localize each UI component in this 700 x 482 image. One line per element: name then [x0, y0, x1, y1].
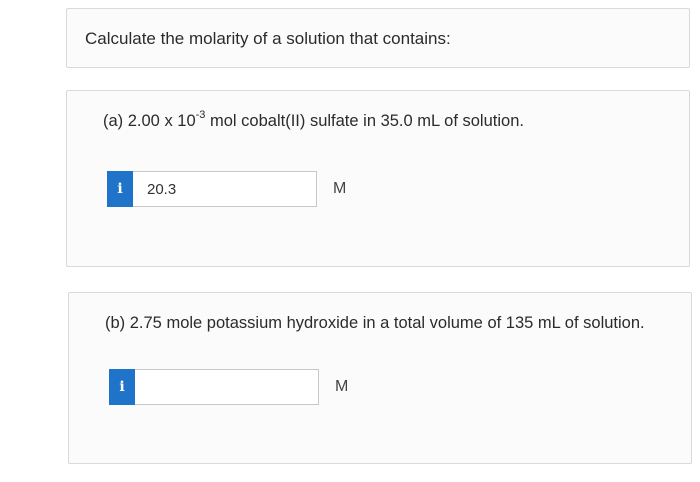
question-prompt: Calculate the molarity of a solution tha… [85, 29, 451, 48]
part-a-question: (a) 2.00 x 10-3 mol cobalt(II) sulfate i… [103, 108, 524, 131]
part-a-question-prefix: (a) 2.00 x 10 [103, 112, 196, 130]
info-icon[interactable]: i [109, 369, 135, 405]
part-b-answer-row: i M [109, 369, 348, 405]
part-a-unit-label: M [333, 180, 347, 197]
part-b-answer-input[interactable] [135, 369, 319, 405]
info-icon[interactable]: i [107, 171, 133, 207]
part-a-answer-input[interactable] [133, 171, 317, 207]
prompt-panel: Calculate the molarity of a solution tha… [66, 8, 690, 68]
part-a-question-suffix: mol cobalt(II) sulfate in 35.0 mL of sol… [205, 112, 524, 130]
part-a-panel: (a) 2.00 x 10-3 mol cobalt(II) sulfate i… [66, 90, 690, 267]
part-a-exponent: -3 [195, 108, 206, 121]
part-b-unit-label: M [335, 378, 349, 395]
part-b-question: (b) 2.75 mole potassium hydroxide in a t… [105, 314, 645, 332]
part-a-answer-row: i M [107, 171, 346, 207]
part-b-panel: (b) 2.75 mole potassium hydroxide in a t… [68, 292, 692, 464]
